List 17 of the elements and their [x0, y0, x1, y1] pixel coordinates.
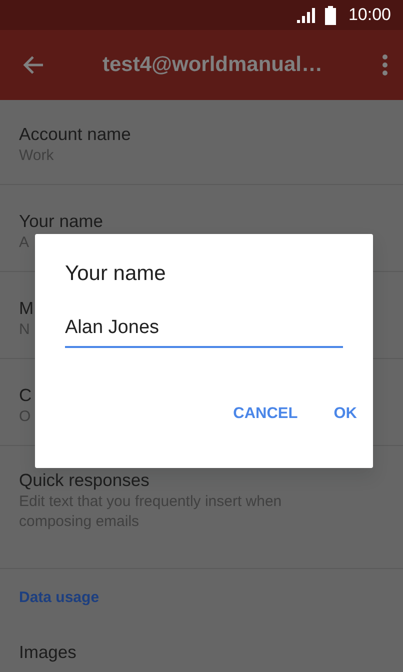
dialog-title: Your name	[65, 261, 167, 287]
name-input-field[interactable]: Alan Jones	[65, 314, 343, 348]
cancel-button[interactable]: CANCEL	[227, 394, 304, 434]
section-header: Data usage	[19, 588, 100, 608]
setting-title[interactable]: M	[19, 296, 34, 320]
ok-button[interactable]: OK	[328, 394, 363, 434]
status-time: 10:00	[348, 4, 391, 26]
battery-icon	[325, 6, 336, 24]
app-bar-title: test4@worldmanual…	[101, 52, 324, 78]
signal-icon	[297, 8, 318, 22]
setting-title[interactable]: C	[19, 383, 32, 407]
setting-title[interactable]: Your name	[19, 209, 103, 233]
setting-title[interactable]: Images	[19, 640, 76, 664]
setting-title[interactable]: Account name	[19, 122, 131, 146]
back-arrow-icon[interactable]	[22, 55, 44, 75]
more-options-icon[interactable]	[381, 54, 389, 76]
setting-title[interactable]: Quick responses	[19, 468, 150, 492]
